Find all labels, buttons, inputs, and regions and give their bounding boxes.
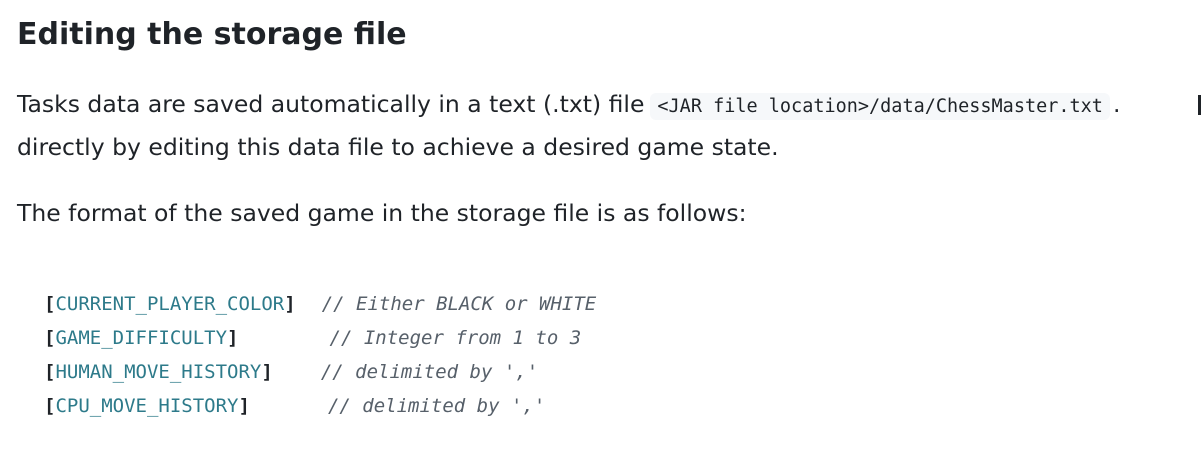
- code-row: [GAME_DIFFICULTY] // Integer from 1 to 3: [44, 321, 596, 355]
- code-comment: // Either BLACK or WHITE: [321, 293, 597, 315]
- code-comment: // Integer from 1 to 3: [329, 327, 582, 349]
- format-intro-paragraph: The format of the saved game in the stor…: [17, 199, 747, 227]
- open-bracket: [: [44, 327, 56, 349]
- close-bracket: ]: [238, 395, 250, 417]
- open-bracket: [: [44, 395, 56, 417]
- close-bracket: ]: [227, 327, 239, 349]
- code-comment: // delimited by ',': [320, 361, 539, 383]
- file-path-code: <JAR file location>/data/ChessMaster.txt: [650, 93, 1110, 120]
- document-section: Editing the storage file Tasks data are …: [17, 0, 1202, 474]
- field-name: HUMAN_MOVE_HISTORY: [55, 361, 262, 383]
- field-name: CURRENT_PLAYER_COLOR: [55, 293, 285, 315]
- paragraph-line-2: directly by editing this data file to ac…: [17, 133, 779, 161]
- paragraph-text: Tasks data are saved automatically in a …: [17, 90, 645, 118]
- field-name: CPU_MOVE_HISTORY: [55, 395, 239, 417]
- code-row: [HUMAN_MOVE_HISTORY] // delimited by ',': [44, 355, 596, 389]
- paragraph-line-1: Tasks data are saved automatically in a …: [17, 84, 1120, 127]
- code-row: [CURRENT_PLAYER_COLOR] // Either BLACK or…: [44, 287, 596, 321]
- paragraph-trail: .: [1112, 90, 1121, 118]
- storage-description-paragraph: Tasks data are saved automatically in a …: [17, 84, 1120, 168]
- clipped-text-edge: [1198, 95, 1201, 115]
- code-row: [CPU_MOVE_HISTORY] // delimited by ',': [44, 389, 596, 423]
- page: { "heading": "Editing the storage file",…: [0, 0, 1202, 474]
- field-name: GAME_DIFFICULTY: [55, 327, 228, 349]
- section-heading: Editing the storage file: [17, 17, 407, 52]
- open-bracket: [: [44, 361, 56, 383]
- close-bracket: ]: [261, 361, 273, 383]
- open-bracket: [: [44, 293, 56, 315]
- format-code-block: [CURRENT_PLAYER_COLOR]// Either BLACK or…: [44, 287, 596, 423]
- close-bracket: ]: [284, 293, 296, 315]
- code-comment: // delimited by ',': [327, 395, 546, 417]
